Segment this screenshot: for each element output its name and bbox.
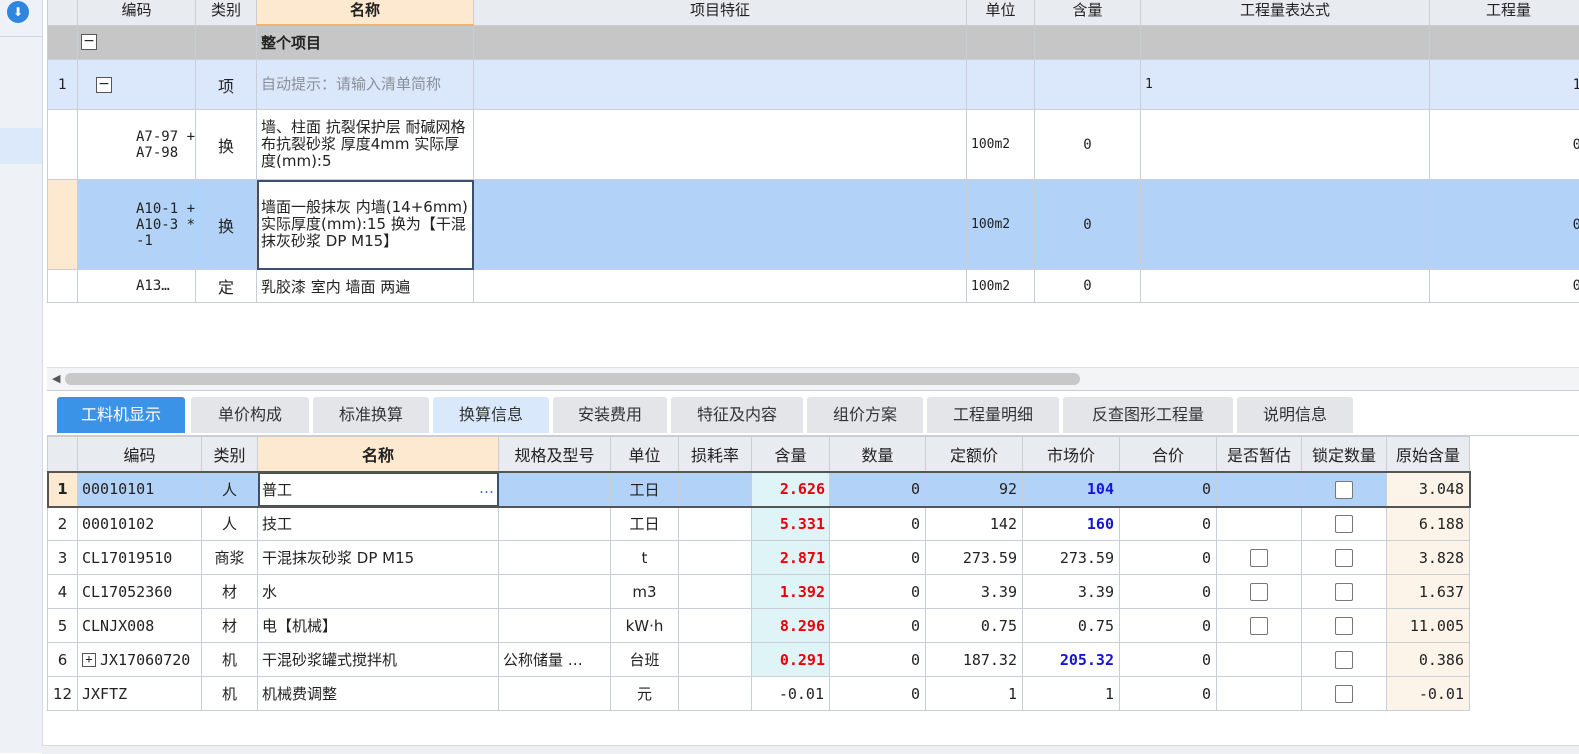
tab-unit-price[interactable]: 单价构成 bbox=[191, 397, 309, 433]
table-row[interactable]: 12 JXFTZ 机 机械费调整 元 -0.01 0 1 1 0 -0.01 bbox=[48, 677, 1470, 711]
tab-reverse-lookup[interactable]: 反查图形工程量 bbox=[1063, 397, 1233, 433]
tab-install-fee[interactable]: 安装费用 bbox=[553, 397, 667, 433]
provisional-checkbox[interactable] bbox=[1250, 583, 1268, 601]
tab-description[interactable]: 说明信息 bbox=[1237, 397, 1353, 433]
scroll-left-arrow-icon[interactable]: ◀ bbox=[52, 372, 60, 385]
col-header-content[interactable]: 含量 bbox=[1035, 0, 1141, 25]
bill-items-table: 编码 类别 名称 项目特征 单位 含量 工程量表达式 工程量 − 整个项目 1 … bbox=[47, 0, 1579, 303]
whole-project-row[interactable]: − 整个项目 bbox=[48, 25, 1579, 60]
lock-qty-checkbox[interactable] bbox=[1335, 515, 1353, 533]
tab-labor-material-machine[interactable]: 工料机显示 bbox=[57, 397, 185, 433]
expand-toggle-icon[interactable]: + bbox=[82, 653, 96, 667]
left-side-panel: ⬇ bbox=[0, 0, 43, 753]
table-row-selected[interactable]: 1 00010101 人 普工… 工日 2.626 0 92 104 0 3.0… bbox=[48, 472, 1470, 507]
table-row[interactable]: 2 00010102 人 技工 工日 5.331 0 142 160 0 6.1… bbox=[48, 507, 1470, 541]
side-selected-item[interactable] bbox=[0, 128, 42, 164]
lock-qty-checkbox[interactable] bbox=[1335, 685, 1353, 703]
collapse-toggle-icon[interactable]: − bbox=[96, 77, 112, 93]
lock-qty-checkbox[interactable] bbox=[1335, 651, 1353, 669]
lock-qty-checkbox[interactable] bbox=[1335, 549, 1353, 567]
col-header-expr[interactable]: 工程量表达式 bbox=[1141, 0, 1430, 25]
resource-table: 编码 类别 名称 规格及型号 单位 损耗率 含量 数量 定额价 市场价 合价 是… bbox=[47, 436, 1470, 711]
provisional-checkbox[interactable] bbox=[1250, 617, 1268, 635]
col-header-index bbox=[48, 437, 78, 473]
col-header-type[interactable]: 类别 bbox=[202, 437, 258, 473]
col-header-provisional[interactable]: 是否暂估 bbox=[1217, 437, 1302, 473]
collapse-toggle-icon[interactable]: − bbox=[81, 34, 97, 50]
col-header-code[interactable]: 编码 bbox=[78, 437, 202, 473]
col-header-content[interactable]: 含量 bbox=[752, 437, 830, 473]
col-header-orig-content[interactable]: 原始含量 bbox=[1387, 437, 1470, 473]
table-row[interactable]: 5 CLNJX008 材 电【机械】 kW·h 8.296 0 0.75 0.7… bbox=[48, 609, 1470, 643]
horizontal-scrollbar[interactable]: ◀ bbox=[47, 367, 1579, 391]
side-divider bbox=[0, 36, 42, 37]
table-row[interactable]: A13… 定 乳胶漆 室内 墙面 两遍 100m2 0 0 bbox=[48, 270, 1579, 303]
col-header-type[interactable]: 类别 bbox=[196, 0, 257, 25]
col-header-quota-price[interactable]: 定额价 bbox=[926, 437, 1023, 473]
lock-qty-checkbox[interactable] bbox=[1335, 583, 1353, 601]
download-circle-icon[interactable]: ⬇ bbox=[7, 1, 29, 23]
name-hint[interactable]: 自动提示：请输入清单简称 bbox=[257, 60, 474, 110]
tab-pricing-scheme[interactable]: 组价方案 bbox=[807, 397, 923, 433]
lock-qty-checkbox[interactable] bbox=[1335, 481, 1353, 499]
tab-quantity-detail[interactable]: 工程量明细 bbox=[927, 397, 1059, 433]
col-header-total[interactable]: 合价 bbox=[1120, 437, 1217, 473]
col-header-market-price[interactable]: 市场价 bbox=[1023, 437, 1120, 473]
col-header-quantity[interactable]: 工程量 bbox=[1430, 0, 1579, 25]
table-row[interactable]: 6 +JX17060720 机 干混砂浆罐式搅拌机 公称储量 … 台班 0.29… bbox=[48, 643, 1470, 677]
tab-features-content[interactable]: 特征及内容 bbox=[671, 397, 803, 433]
col-header-unit[interactable]: 单位 bbox=[967, 0, 1035, 25]
tab-conversion-info[interactable]: 换算信息 bbox=[433, 397, 549, 433]
col-header-code[interactable]: 编码 bbox=[78, 0, 196, 25]
col-header-loss[interactable]: 损耗率 bbox=[679, 437, 752, 473]
tab-standard-conversion[interactable]: 标准换算 bbox=[313, 397, 429, 433]
bottom-header-row: 编码 类别 名称 规格及型号 单位 损耗率 含量 数量 定额价 市场价 合价 是… bbox=[48, 437, 1470, 473]
table-row-selected[interactable]: A10-1 + A10-3 * -1 换 墙面一般抹灰 内墙(14+6mm) 实… bbox=[48, 180, 1579, 270]
col-header-name[interactable]: 名称 bbox=[258, 437, 499, 473]
table-row[interactable]: 4 CL17052360 材 水 m3 1.392 0 3.39 3.39 0 … bbox=[48, 575, 1470, 609]
table-row[interactable]: 3 CL17019510 商浆 干混抹灰砂浆 DP M15 t 2.871 0 … bbox=[48, 541, 1470, 575]
table-row[interactable]: 1 − 项 自动提示：请输入清单简称 1 1 bbox=[48, 60, 1579, 110]
col-header-index bbox=[48, 0, 78, 25]
whole-project-label: 整个项目 bbox=[257, 25, 474, 60]
col-header-name[interactable]: 名称 bbox=[257, 0, 474, 25]
scrollbar-thumb[interactable] bbox=[65, 373, 1080, 385]
col-header-feature[interactable]: 项目特征 bbox=[474, 0, 967, 25]
top-header-row: 编码 类别 名称 项目特征 单位 含量 工程量表达式 工程量 bbox=[48, 0, 1579, 25]
provisional-checkbox[interactable] bbox=[1250, 549, 1268, 567]
detail-tab-bar: 工料机显示 单价构成 标准换算 换算信息 安装费用 特征及内容 组价方案 工程量… bbox=[47, 395, 1579, 436]
col-header-unit[interactable]: 单位 bbox=[611, 437, 679, 473]
lock-qty-checkbox[interactable] bbox=[1335, 617, 1353, 635]
more-options-icon[interactable]: … bbox=[479, 479, 498, 497]
table-row[interactable]: A7-97 + A7-98 换 墙、柱面 抗裂保护层 耐碱网格布抗裂砂浆 厚度4… bbox=[48, 110, 1579, 180]
col-header-amount[interactable]: 数量 bbox=[830, 437, 926, 473]
col-header-spec[interactable]: 规格及型号 bbox=[499, 437, 611, 473]
col-header-lock-qty[interactable]: 锁定数量 bbox=[1302, 437, 1387, 473]
